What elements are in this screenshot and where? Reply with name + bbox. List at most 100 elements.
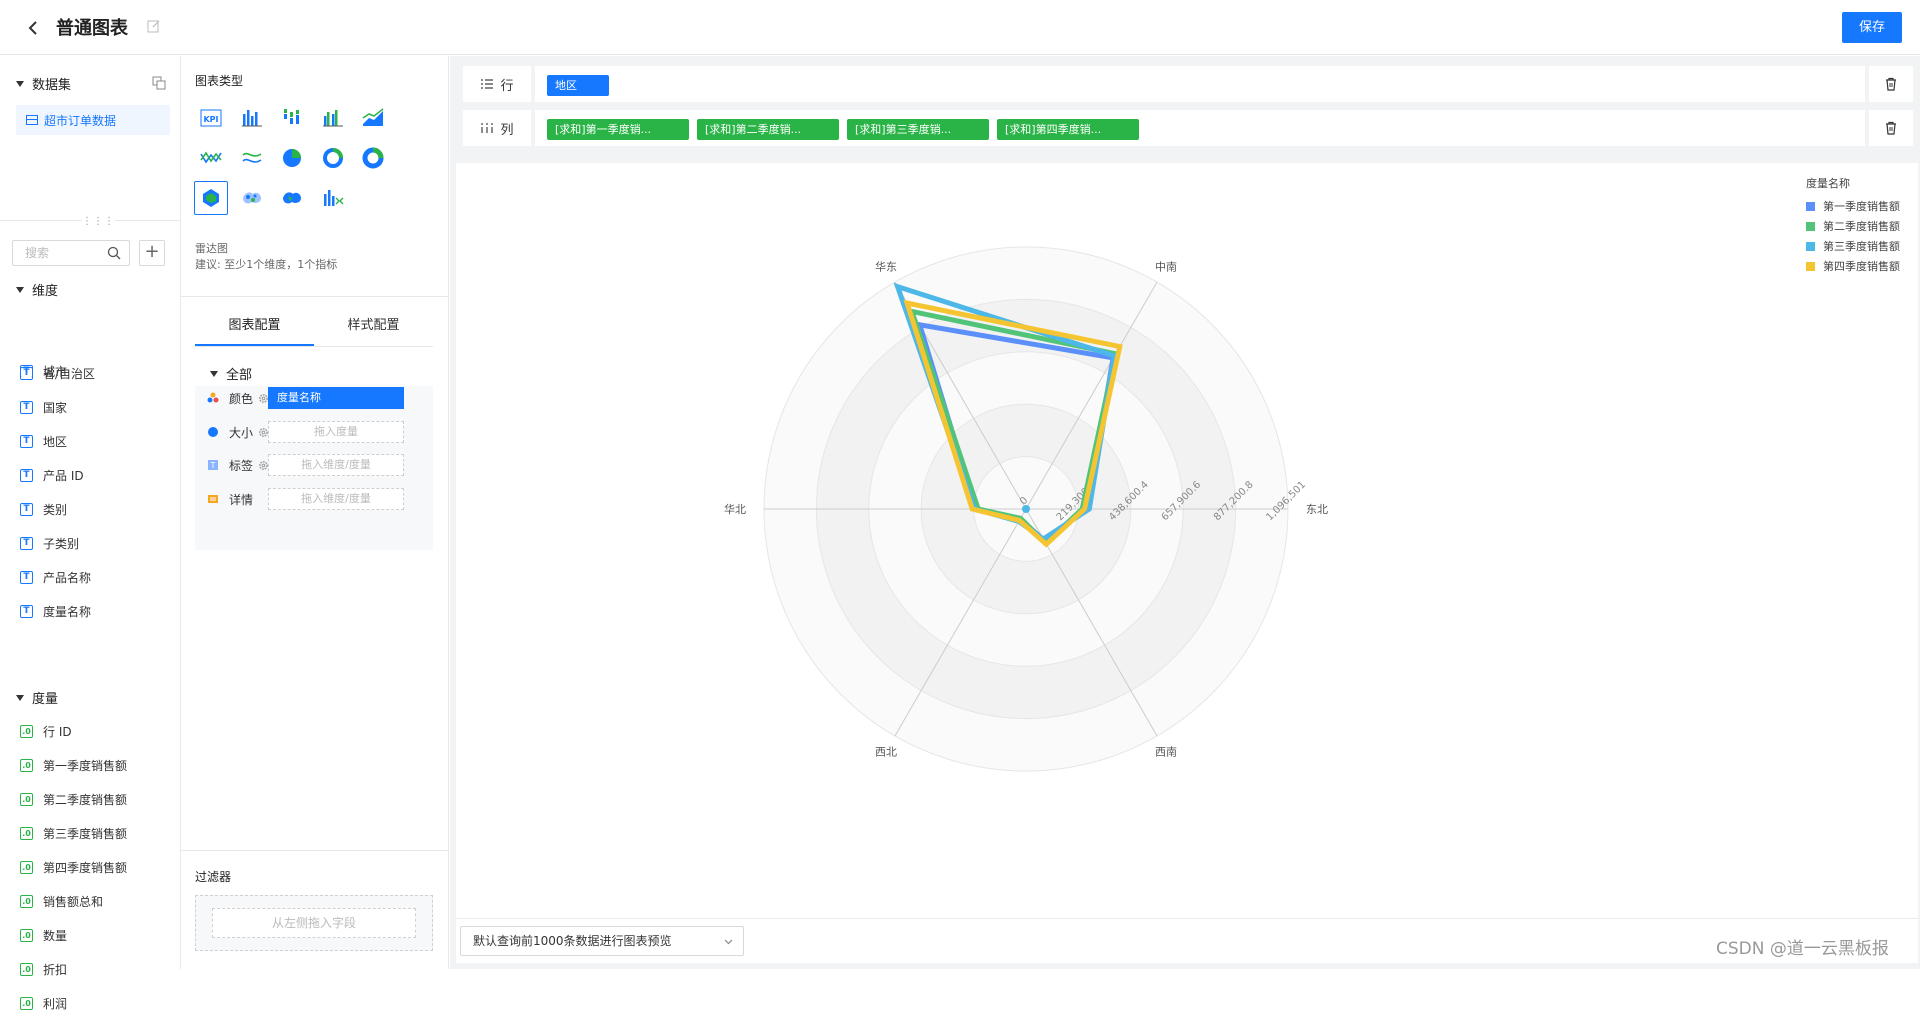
field-label: 类别 bbox=[43, 502, 68, 517]
columns-icon bbox=[481, 123, 494, 133]
column-drop-area[interactable]: [求和]第一季度销... [求和]第二季度销... [求和]第三季度销... [求和]… bbox=[535, 110, 1865, 146]
dataset-item-label: 超市订单数据 bbox=[44, 113, 117, 128]
grouped-bar-icon[interactable] bbox=[316, 101, 350, 135]
label-drop-slot[interactable]: 拖入维度/度量 bbox=[268, 454, 404, 476]
radar-axis-name: 华东 bbox=[875, 260, 897, 274]
collapse-caret-icon bbox=[16, 286, 24, 293]
dataset-section-header[interactable]: 数据集 bbox=[16, 74, 71, 93]
collapse-caret-icon bbox=[16, 80, 24, 87]
field-item[interactable]: T 产品 ID bbox=[20, 458, 180, 492]
kpi-icon[interactable]: KPI bbox=[194, 101, 228, 135]
radar-axis-name: 西北 bbox=[875, 745, 897, 758]
dataset-section-label: 数据集 bbox=[32, 78, 72, 93]
clear-row-button[interactable] bbox=[1869, 66, 1913, 102]
bar-chart-icon[interactable] bbox=[235, 101, 269, 135]
stacked-bar-icon[interactable] bbox=[275, 101, 309, 135]
measures-section-header[interactable]: 度量 bbox=[16, 688, 58, 707]
tab-chart-config[interactable]: 图表配置 bbox=[195, 305, 314, 346]
number-field-icon: .0 bbox=[20, 724, 33, 738]
field-item[interactable]: T 国家 bbox=[20, 390, 180, 424]
list-icon bbox=[481, 79, 494, 89]
save-button[interactable]: 保存 bbox=[1842, 12, 1902, 43]
field-label: 第四季度销售额 bbox=[43, 860, 128, 875]
legend-item[interactable]: 第二季度销售额 bbox=[1806, 216, 1900, 236]
field-item[interactable]: T 度量名称 bbox=[20, 594, 180, 628]
field-label: 利润 bbox=[43, 996, 68, 1011]
chart-types-title: 图表类型 bbox=[195, 74, 244, 88]
back-arrow-icon[interactable] bbox=[22, 16, 46, 40]
field-search-input[interactable]: 搜索 bbox=[12, 240, 130, 266]
legend-item[interactable]: 第四季度销售额 bbox=[1806, 256, 1900, 276]
shelf-pill[interactable]: [求和]第一季度销... bbox=[547, 119, 689, 140]
dimensions-section-header[interactable]: 维度 bbox=[16, 280, 58, 299]
field-item[interactable]: T 类别 bbox=[20, 492, 180, 526]
donut-chart-icon[interactable] bbox=[356, 141, 390, 175]
legend-item[interactable]: 第一季度销售额 bbox=[1806, 196, 1900, 216]
top-bar: 普通图表 保存 bbox=[0, 0, 1920, 55]
line-chart-icon[interactable] bbox=[194, 141, 228, 175]
size-label: 大小 bbox=[229, 425, 254, 440]
edit-title-icon[interactable] bbox=[146, 18, 162, 34]
text-field-icon: T bbox=[20, 400, 33, 414]
color-drop-slot[interactable]: 度量名称 bbox=[268, 387, 404, 409]
field-item[interactable]: .0 利润 bbox=[20, 986, 180, 1020]
detail-icon bbox=[208, 495, 218, 503]
detail-drop-slot[interactable]: 拖入维度/度量 bbox=[268, 488, 404, 510]
combo-chart-icon[interactable] bbox=[316, 181, 350, 215]
field-item[interactable]: .0 第二季度销售额 bbox=[20, 782, 180, 816]
scatter-map-icon[interactable] bbox=[235, 181, 269, 215]
bubble-map-icon[interactable] bbox=[275, 181, 309, 215]
color-config-row: 颜色 bbox=[207, 386, 269, 410]
field-item[interactable]: .0 销售额总和 bbox=[20, 884, 180, 918]
drag-handle-icon[interactable]: ⋮⋮⋮ bbox=[82, 216, 115, 227]
filter-drop-slot[interactable]: 从左侧拖入字段 bbox=[212, 908, 416, 938]
dimensions-label: 维度 bbox=[32, 284, 59, 299]
shelf-pill[interactable]: [求和]第四季度销... bbox=[997, 119, 1139, 140]
field-item[interactable]: .0 第四季度销售额 bbox=[20, 850, 180, 884]
page-title: 普通图表 bbox=[56, 18, 128, 39]
field-item[interactable]: T 产品名称 bbox=[20, 560, 180, 594]
field-item[interactable]: .0 行 ID bbox=[20, 714, 180, 748]
field-item[interactable]: .0 第一季度销售额 bbox=[20, 748, 180, 782]
field-item[interactable]: T 省/自治区 bbox=[20, 356, 180, 390]
field-label: 折扣 bbox=[43, 962, 68, 977]
dataset-item[interactable]: 超市订单数据 bbox=[16, 105, 170, 135]
field-item[interactable]: .0 第三季度销售额 bbox=[20, 816, 180, 850]
field-item[interactable]: T 地区 bbox=[20, 424, 180, 458]
shelf-pill[interactable]: [求和]第三季度销... bbox=[847, 119, 989, 140]
search-icon[interactable] bbox=[107, 246, 121, 260]
field-item[interactable]: .0 数量 bbox=[20, 918, 180, 952]
column-shelf-label: 列 bbox=[463, 110, 531, 146]
shelf-pill[interactable]: 地区 bbox=[547, 75, 609, 96]
clear-column-button[interactable] bbox=[1869, 110, 1913, 146]
text-field-icon: T bbox=[20, 502, 33, 516]
tab-style-config[interactable]: 样式配置 bbox=[314, 305, 433, 346]
field-item[interactable]: .0 折扣 bbox=[20, 952, 180, 986]
preview-limit-select[interactable]: 默认查询前1000条数据进行图表预览 bbox=[460, 926, 744, 956]
text-field-icon: T bbox=[20, 570, 33, 584]
shelf-pill[interactable]: [求和]第二季度销... bbox=[697, 119, 839, 140]
row-drop-area[interactable]: 地区 bbox=[535, 66, 1865, 102]
radar-chart-icon[interactable] bbox=[194, 181, 228, 215]
search-placeholder: 搜索 bbox=[25, 246, 50, 260]
legend-label: 第三季度销售额 bbox=[1823, 240, 1900, 253]
watermark: CSDN @道一云黑板报 bbox=[1716, 939, 1889, 959]
ring-chart-icon[interactable] bbox=[316, 141, 350, 175]
all-label: 全部 bbox=[226, 368, 253, 383]
detail-config-row: 详情 bbox=[207, 487, 253, 511]
area-chart-icon[interactable] bbox=[356, 101, 390, 135]
all-section-header[interactable]: 全部 bbox=[210, 364, 252, 383]
chart-canvas: 东北 中南 华东 华北 西北 西南 0 219,300.2 438,600.4 657,900.6… bbox=[456, 163, 1918, 963]
legend-item[interactable]: 第三季度销售额 bbox=[1806, 236, 1900, 256]
filter-drop-area: 从左侧拖入字段 bbox=[195, 895, 433, 951]
size-drop-slot[interactable]: 拖入度量 bbox=[268, 421, 404, 443]
wave-line-icon[interactable] bbox=[235, 141, 269, 175]
pie-chart-icon[interactable] bbox=[275, 141, 309, 175]
switch-dataset-icon[interactable] bbox=[152, 76, 166, 90]
field-item[interactable]: T 子类别 bbox=[20, 526, 180, 560]
add-field-button[interactable]: + bbox=[139, 240, 165, 266]
size-icon bbox=[208, 427, 218, 437]
config-box: 颜色 度量名称 大小 拖入度量 T 标签 拖入维度/度量 详情 拖入维度/度量 bbox=[195, 386, 433, 550]
label-icon: T bbox=[208, 460, 218, 470]
chart-legend: 度量名称 第一季度销售额 第二季度销售额 第三季度销售额 第四季度销售额 bbox=[1806, 175, 1900, 276]
